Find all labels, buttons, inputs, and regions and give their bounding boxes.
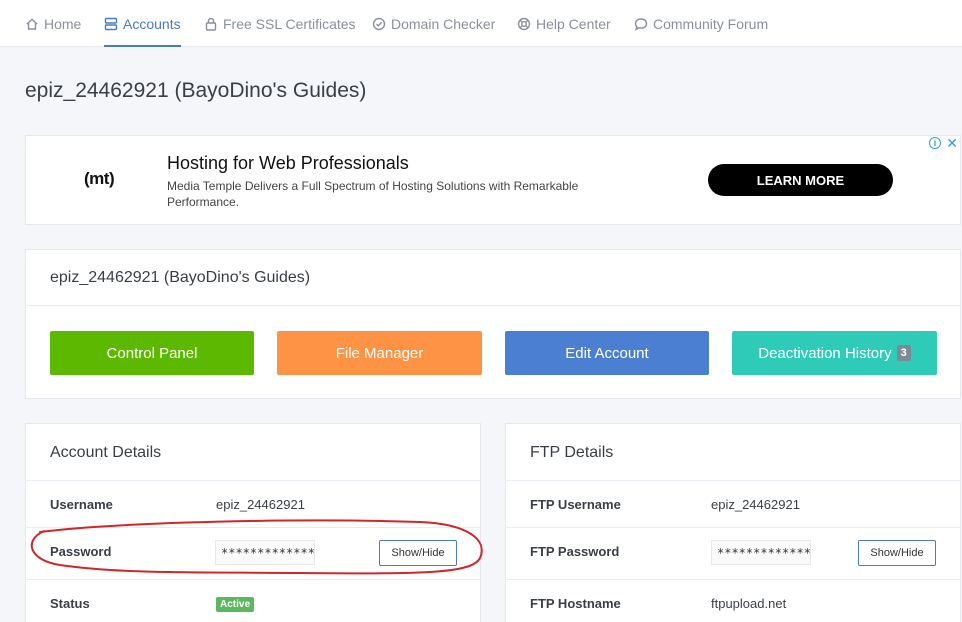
nav-item-help-center[interactable]: Help Center: [517, 0, 611, 47]
page-title: epiz_24462921 (BayoDino's Guides): [25, 79, 367, 102]
ad-description: Media Temple Delivers a Full Spectrum of…: [167, 179, 579, 209]
status-label: Status: [50, 596, 90, 611]
ftp-username-value: epiz_24462921: [711, 497, 800, 512]
nav-item-label: Domain Checker: [391, 15, 496, 32]
table-row: FTP Username epiz_24462921: [506, 480, 960, 527]
ad-close-icon[interactable]: ✕: [946, 135, 958, 152]
learn-more-button[interactable]: LEARN MORE: [708, 164, 893, 196]
ad-banner[interactable]: (mt) Hosting for Web Professionals Media…: [25, 135, 961, 225]
status-badge: Active: [216, 597, 255, 612]
nav-item-label: Help Center: [536, 15, 611, 32]
ftp-hostname-label: FTP Hostname: [530, 596, 621, 611]
username-value: epiz_24462921: [216, 497, 305, 512]
account-details-panel: Account Details Username epiz_24462921 P…: [25, 423, 481, 622]
comment-icon: [634, 17, 648, 31]
ftp-username-label: FTP Username: [530, 497, 621, 512]
ftp-details-title: FTP Details: [530, 444, 614, 461]
ftp-hostname-value: ftpupload.net: [711, 596, 787, 611]
divider: [26, 305, 960, 306]
username-label: Username: [50, 497, 113, 512]
file-manager-label: File Manager: [335, 344, 424, 362]
show-hide-ftp-password-button[interactable]: Show/Hide: [858, 540, 936, 566]
deactivation-history-button[interactable]: Deactivation History 3: [732, 331, 937, 375]
show-hide-password-button[interactable]: Show/Hide: [379, 540, 457, 566]
account-card: epiz_24462921 (BayoDino's Guides) Contro…: [25, 249, 961, 399]
ftp-password-label: FTP Password: [530, 544, 620, 559]
deactivation-history-label: Deactivation History: [758, 344, 892, 362]
ftp-details-panel: FTP Details FTP Username epiz_24462921 F…: [505, 423, 961, 622]
nav-item-label: Home: [44, 15, 82, 32]
password-field[interactable]: *************: [215, 540, 315, 565]
control-panel-label: Control Panel: [106, 344, 198, 362]
advertiser-logo: (mt): [84, 169, 115, 188]
nav-item-label: Accounts: [123, 15, 181, 32]
nav-item-home[interactable]: Home: [25, 0, 81, 47]
lifebuoy-icon: [517, 17, 531, 31]
password-label: Password: [50, 544, 112, 559]
nav-item-label: Free SSL Certificates: [223, 15, 356, 32]
ftp-password-field[interactable]: *************: [711, 540, 811, 565]
account-details-title: Account Details: [50, 444, 162, 461]
server-icon: [104, 17, 118, 31]
ad-info-icon[interactable]: i: [929, 137, 941, 149]
nav-item-label: Community Forum: [653, 15, 769, 32]
nav-item-domain-checker[interactable]: Domain Checker: [372, 0, 495, 47]
account-card-title: epiz_24462921 (BayoDino's Guides): [50, 269, 311, 286]
edit-account-label: Edit Account: [565, 344, 649, 362]
check-circle-icon: [372, 17, 386, 31]
lock-icon: [204, 17, 218, 31]
home-icon: [25, 17, 39, 31]
ad-headline[interactable]: Hosting for Web Professionals: [167, 153, 409, 174]
edit-account-button[interactable]: Edit Account: [505, 331, 709, 375]
table-row: Password ************* Show/Hide: [26, 527, 480, 579]
nav-item-community-forum[interactable]: Community Forum: [634, 0, 768, 47]
control-panel-button[interactable]: Control Panel: [50, 331, 254, 375]
top-navigation: Home Accounts Free SSL Certificates Doma…: [0, 0, 962, 47]
table-row: FTP Hostname ftpupload.net: [506, 579, 960, 622]
nav-item-accounts[interactable]: Accounts: [104, 0, 181, 47]
deactivation-count-badge: 3: [896, 345, 911, 361]
file-manager-button[interactable]: File Manager: [277, 331, 482, 375]
table-row: FTP Password ************* Show/Hide: [506, 527, 960, 579]
table-row: Status Active: [26, 579, 480, 622]
table-row: Username epiz_24462921: [26, 480, 480, 527]
nav-item-free-ssl[interactable]: Free SSL Certificates: [204, 0, 356, 47]
